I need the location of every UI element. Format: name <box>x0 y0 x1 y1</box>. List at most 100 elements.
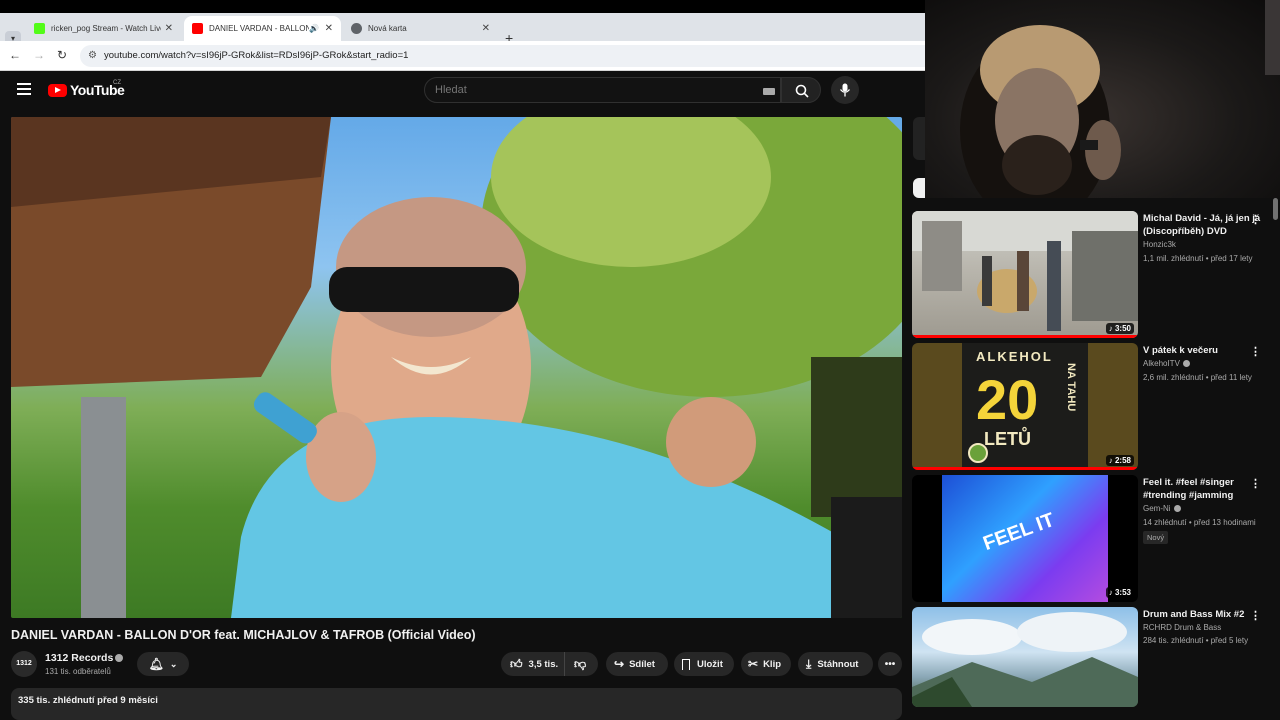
video-thumbnail[interactable]: ♪ 3:50 <box>912 211 1138 338</box>
clip-label: Klip <box>763 658 782 670</box>
search-icon <box>795 84 809 98</box>
recommendation-meta: 14 zhlédnutí • před 13 hodinami <box>1143 518 1256 527</box>
recommendation-title[interactable]: Drum and Bass Mix #2 <box>1143 608 1261 621</box>
more-vertical-icon[interactable]: ⋮ <box>1250 345 1261 358</box>
recommendation-title[interactable]: Michal David - Já, já jen já (Discopříbě… <box>1143 212 1261 238</box>
more-actions-button[interactable]: ••• <box>878 652 902 676</box>
recommendation-channel[interactable]: RCHRD Drum & Bass <box>1143 623 1221 632</box>
video-thumbnail[interactable]: FEEL IT ♪ 3:53 <box>912 475 1138 602</box>
more-vertical-icon[interactable]: ⋮ <box>1250 609 1261 622</box>
close-tab-icon[interactable]: ✕ <box>165 23 173 34</box>
webcam-image <box>960 0 1280 198</box>
clip-button[interactable]: ✂ Klip <box>741 652 791 676</box>
recommendation-item[interactable]: ♪ 3:50 Michal David - Já, já jen já (Dis… <box>912 211 1280 339</box>
search-button[interactable] <box>781 77 821 103</box>
duration-badge: ♪ 2:58 <box>1105 455 1134 466</box>
scrollbar-thumb[interactable] <box>1273 198 1278 220</box>
notification-bell-button[interactable]: 🔔︎ ⌄ <box>137 652 189 676</box>
dislike-button[interactable]: 👎︎ <box>565 657 586 672</box>
recommendation-item[interactable]: Drum and Bass Mix #2 RCHRD Drum & Bass 2… <box>912 607 1280 707</box>
thumbnail-text-side: NA TAHU <box>1065 363 1077 412</box>
recommendation-item[interactable]: FEEL IT ♪ 3:53 Feel it. #feel #singer #t… <box>912 475 1280 603</box>
thumbnail-logo-icon <box>968 443 988 463</box>
duration-text: 3:50 <box>1114 324 1131 333</box>
verified-badge-icon <box>1173 505 1181 513</box>
subscriber-count: 131 tis. odběratelů <box>45 667 111 676</box>
address-bar: ← → ↻ ⚙ youtube.com/watch?v=sI96jP-GRok&… <box>0 41 925 71</box>
recommendation-channel[interactable]: Honzic3k <box>1143 240 1176 249</box>
browser-tab-youtube[interactable]: DANIEL VARDAN - BALLON 🔊 ✕ <box>184 16 341 41</box>
voice-search-button[interactable] <box>831 76 859 104</box>
browser-tab-stream[interactable]: ricken_pog Stream - Watch Live ✕ <box>26 16 181 41</box>
thumbs-down-icon: 👎︎ <box>574 656 587 671</box>
recommendation-title[interactable]: Feel it. #feel #singer #trending #jammin… <box>1143 476 1261 502</box>
audio-playing-icon[interactable]: 🔊 <box>309 24 319 33</box>
like-button[interactable]: 👍︎ 3,5 tis. <box>501 652 565 676</box>
save-button[interactable]: Uložit <box>674 652 734 676</box>
keyboard-icon[interactable] <box>763 88 775 95</box>
url-field[interactable]: ⚙ youtube.com/watch?v=sI96jP-GRok&list=R… <box>80 45 925 67</box>
thumbnail-text-top: ALKEHOL <box>976 349 1053 364</box>
download-button[interactable]: ⤓ Stáhnout <box>798 652 873 676</box>
close-tab-icon[interactable]: ✕ <box>482 23 490 34</box>
recommendation-channel[interactable]: Gem-Ni <box>1143 504 1181 513</box>
reload-icon[interactable]: ↻ <box>57 48 67 62</box>
chevron-down-icon: ⌄ <box>169 658 178 669</box>
search-input[interactable] <box>435 84 735 96</box>
duration-text: 2:58 <box>1114 456 1131 465</box>
watch-progress-bar <box>912 467 1138 470</box>
duration-badge: ♪ 3:50 <box>1105 323 1134 334</box>
like-count: 3,5 tis. <box>528 658 559 670</box>
hamburger-menu-icon[interactable] <box>17 83 31 95</box>
bookmark-icon <box>682 658 690 670</box>
share-icon: ↪ <box>614 657 625 671</box>
recommendation-channel[interactable]: AlkehoITV <box>1143 359 1190 368</box>
save-label: Uložit <box>697 658 723 670</box>
new-badge: Nový <box>1143 531 1169 544</box>
site-info-icon[interactable]: ⚙ <box>88 50 97 61</box>
video-thumbnail[interactable] <box>912 607 1138 707</box>
views-and-date: 335 tis. zhlédnutí před 9 měsíci <box>18 695 158 706</box>
recommendation-meta: 284 tis. zhlédnutí • před 5 lety <box>1143 636 1249 645</box>
youtube-header: YouTube CZ <box>0 71 925 111</box>
side-scrollbar[interactable] <box>1271 198 1280 708</box>
streamer-webcam-overlay <box>925 0 1280 198</box>
watch-progress-bar <box>912 335 1138 338</box>
video-player[interactable] <box>11 117 902 618</box>
bell-icon: 🔔︎ <box>148 657 164 671</box>
thumbnail-text-bottom: LETŮ <box>984 429 1031 449</box>
forward-icon[interactable]: → <box>33 48 45 62</box>
share-label: Sdílet <box>629 658 655 670</box>
back-icon[interactable]: ← <box>9 48 21 62</box>
more-vertical-icon[interactable]: ⋮ <box>1250 213 1261 226</box>
more-vertical-icon[interactable]: ⋮ <box>1250 477 1261 490</box>
search-box[interactable] <box>424 77 781 103</box>
thumbnail-image <box>912 211 1138 331</box>
recommendation-title[interactable]: V pátek k večeru <box>1143 344 1261 357</box>
recommendation-meta: 2,6 mil. zhlédnutí • před 11 lety <box>1143 373 1252 382</box>
duration-text: 3:53 <box>1114 588 1131 597</box>
video-frame-image <box>11 117 902 618</box>
url-text[interactable]: youtube.com/watch?v=sI96jP-GRok&list=RDs… <box>104 50 408 61</box>
scissors-icon: ✂ <box>748 657 759 671</box>
close-tab-icon[interactable]: ✕ <box>325 23 333 34</box>
chrome-favicon-icon <box>351 23 362 34</box>
browser-tab-strip: ▾ ricken_pog Stream - Watch Live ✕ DANIE… <box>0 13 925 47</box>
recommendation-meta: 1,1 mil. zhlédnutí • před 17 lety <box>1143 254 1253 263</box>
video-title: DANIEL VARDAN - BALLON D'OR feat. MICHAJ… <box>11 628 476 642</box>
thumbnail-text-number: 20 <box>976 368 1039 431</box>
channel-name[interactable]: 1312 Records <box>45 652 113 664</box>
kick-favicon-icon <box>34 23 45 34</box>
video-thumbnail[interactable]: ALKEHOL 20 LETŮ NA TAHU ♪ 2:58 <box>912 343 1138 470</box>
share-button[interactable]: ↪ Sdílet <box>606 652 668 676</box>
verified-badge-icon <box>1182 360 1190 368</box>
channel-avatar[interactable]: 1312 <box>11 651 37 677</box>
duration-badge: ♪ 3:53 <box>1105 587 1134 598</box>
microphone-icon <box>839 83 851 97</box>
recommendation-item[interactable]: ALKEHOL 20 LETŮ NA TAHU ♪ 2:58 V pátek k… <box>912 343 1280 471</box>
browser-tab-new[interactable]: Nová karta ✕ <box>343 16 498 41</box>
youtube-play-icon <box>48 83 67 97</box>
like-dislike-group: 👍︎ 3,5 tis. 👎︎ <box>501 652 598 676</box>
thumbnail-text: FEEL IT <box>980 509 1058 556</box>
download-icon: ⤓ <box>806 656 812 671</box>
